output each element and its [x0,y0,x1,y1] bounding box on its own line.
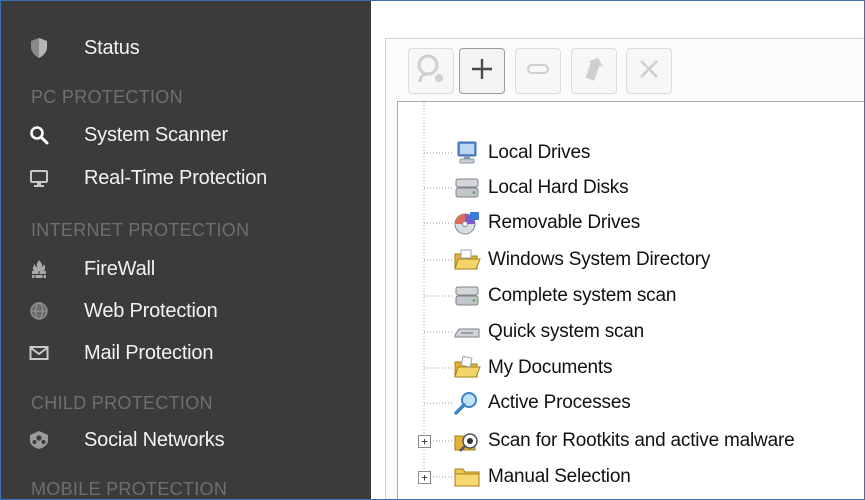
expand-toggle[interactable]: + [418,435,431,448]
sidebar-item-mail-protection[interactable]: Mail Protection [1,337,371,369]
sidebar-item-label: Social Networks [84,428,225,451]
close-icon [637,57,661,86]
tree-item-label: Manual Selection [488,466,631,487]
sidebar-item-status[interactable]: Status [1,32,371,64]
delete-button[interactable] [626,48,672,94]
tree-item-label: Active Processes [488,392,631,413]
hard-disk-icon [453,283,481,309]
sidebar: Status PC PROTECTION System Scanner Real… [1,1,371,499]
rename-button[interactable] [515,48,561,94]
user-add-icon [414,52,448,91]
section-header-child-protection: CHILD PROTECTION [31,393,213,413]
hard-disk-icon [453,175,481,201]
folder-open-icon [453,355,481,381]
scan-profile-tree[interactable]: Local Drives Local Hard Disks Removable … [397,101,864,499]
sidebar-item-label: Mail Protection [84,341,214,364]
sidebar-item-label: Real-Time Protection [84,166,268,189]
expand-toggle[interactable]: + [418,471,431,484]
firewall-icon [28,258,50,280]
monitor-icon [453,140,481,166]
shortcut-arrow-icon [584,56,604,87]
sidebar-item-label: FireWall [84,257,155,280]
shield-icon [28,37,50,59]
tree-item-label: Local Hard Disks [488,177,629,198]
plus-icon [469,56,495,87]
section-header-internet-protection: INTERNET PROTECTION [31,220,250,240]
removable-drive-icon [453,210,481,236]
rootkit-scan-icon [453,428,481,454]
scanner-panel: Local Drives Local Hard Disks Removable … [385,38,864,499]
sidebar-item-firewall[interactable]: FireWall [1,253,371,285]
add-button[interactable] [459,48,505,94]
tree-item-label: Local Drives [488,142,591,163]
sidebar-item-social-networks[interactable]: Social Networks [1,424,371,456]
drive-icon [453,319,481,345]
social-networks-icon [28,429,50,451]
sidebar-item-web-protection[interactable]: Web Protection [1,295,371,327]
new-profile-button[interactable] [408,48,454,94]
envelope-icon [28,342,50,364]
tree-item-label: Removable Drives [488,212,641,233]
sidebar-item-label: Status [84,36,140,59]
globe-icon [28,300,50,322]
magnifier-icon [453,390,481,416]
tree-item-label: Complete system scan [488,285,677,306]
folder-icon [453,464,481,490]
section-header-pc-protection: PC PROTECTION [31,87,183,107]
tree-item-label: Quick system scan [488,321,645,342]
tree-item-label: Scan for Rootkits and active malware [488,430,795,451]
application-window: Status PC PROTECTION System Scanner Real… [0,0,865,500]
sidebar-item-system-scanner[interactable]: System Scanner [1,119,371,151]
rename-icon [526,62,550,80]
shortcut-button[interactable] [571,48,617,94]
tree-item-label: My Documents [488,357,613,378]
sidebar-item-label: Web Protection [84,299,218,322]
folder-open-icon [453,247,481,273]
search-icon [28,124,50,146]
section-header-mobile-protection: MOBILE PROTECTION [31,479,228,499]
sidebar-item-realtime-protection[interactable]: Real-Time Protection [1,162,371,194]
sidebar-item-label: System Scanner [84,123,228,146]
tree-item-label: Windows System Directory [488,249,711,270]
monitor-icon [28,167,50,189]
